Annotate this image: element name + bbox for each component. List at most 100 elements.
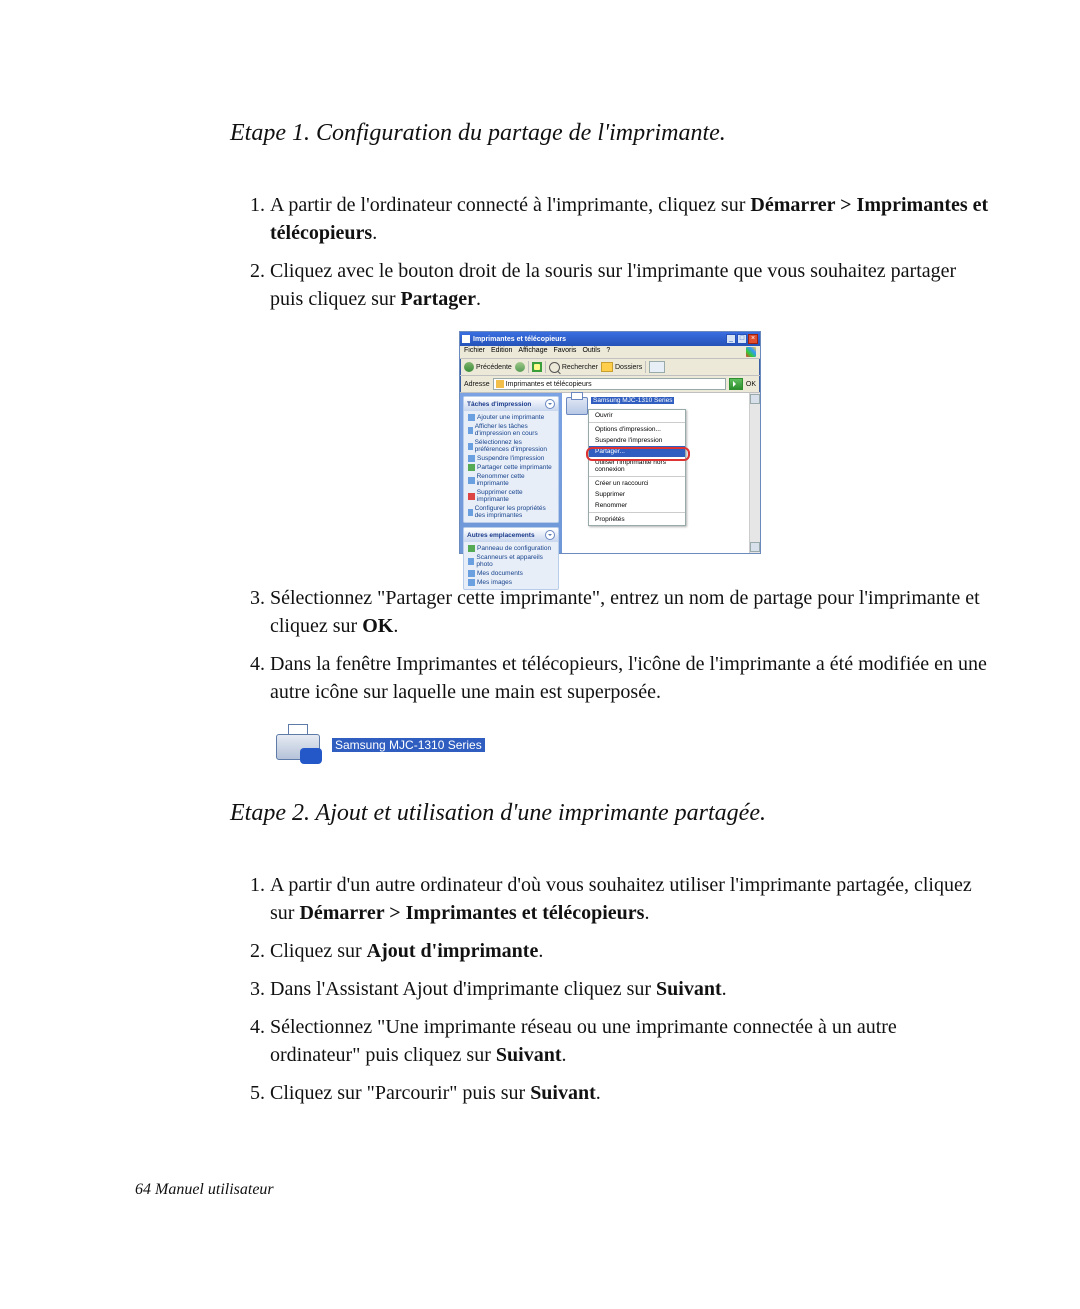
step2-item-1: A partir d'un autre ordinateur d'où vous… xyxy=(270,871,990,927)
menu-view[interactable]: Affichage xyxy=(518,347,547,357)
footer-label: Manuel utilisateur xyxy=(155,1181,274,1198)
printers-icon xyxy=(496,380,504,388)
content-area: Samsung MJC-1310 Series Ouvrir Options d… xyxy=(562,393,749,553)
bold-text: Suivant xyxy=(656,978,722,1000)
other-scanners[interactable]: Scanneurs et appareils photo xyxy=(468,553,554,569)
menu-favorites[interactable]: Favoris xyxy=(553,347,576,357)
toolbar: Précédente Rechercher Dossiers xyxy=(460,359,760,376)
window-titlebar[interactable]: Imprimantes et télécopieurs _ □ × xyxy=(460,332,760,346)
tasks-header: Tâches d'impression xyxy=(467,401,531,408)
ctx-properties[interactable]: Propriétés xyxy=(589,514,685,525)
task-delete[interactable]: Supprimer cette imprimante xyxy=(468,488,554,504)
go-button[interactable] xyxy=(729,378,743,390)
task-label: Renommer cette imprimante xyxy=(477,473,554,487)
step1-list-cont: Sélectionnez "Partager cette imprimante"… xyxy=(230,584,990,706)
other-control-panel[interactable]: Panneau de configuration xyxy=(468,544,554,553)
bold-text: Suivant xyxy=(530,1082,596,1104)
search-button[interactable]: Rechercher xyxy=(549,362,598,373)
chevron-up-icon[interactable] xyxy=(545,399,555,409)
text: . xyxy=(644,902,649,924)
menu-help[interactable]: ? xyxy=(606,347,610,357)
menu-edit[interactable]: Edition xyxy=(491,347,512,357)
task-label: Suspendre l'impression xyxy=(477,455,544,462)
bold-text: Partager xyxy=(401,288,477,310)
ctx-suspend[interactable]: Suspendre l'impression xyxy=(589,435,685,446)
ctx-rename[interactable]: Renommer xyxy=(589,500,685,511)
text: . xyxy=(538,940,543,962)
bold-text: Suivant xyxy=(496,1044,562,1066)
text: Cliquez sur xyxy=(270,940,367,962)
shared-printer-figure: Samsung MJC-1310 Series xyxy=(270,724,990,766)
chevron-up-icon[interactable] xyxy=(545,530,555,540)
text: A partir de l'ordinateur connecté à l'im… xyxy=(270,194,750,216)
views-button[interactable] xyxy=(649,361,665,373)
up-folder-button[interactable] xyxy=(532,362,542,372)
other-label: Scanneurs et appareils photo xyxy=(476,554,554,568)
other-label: Panneau de configuration xyxy=(477,545,551,552)
ctx-print-options[interactable]: Options d'impression... xyxy=(589,424,685,435)
text: . xyxy=(722,978,727,1000)
task-label: Ajouter une imprimante xyxy=(477,414,544,421)
search-icon xyxy=(549,362,560,373)
text: Dans l'Assistant Ajout d'imprimante cliq… xyxy=(270,978,656,1000)
minimize-button[interactable]: _ xyxy=(726,334,736,344)
text: . xyxy=(596,1082,601,1104)
step2-item-5: Cliquez sur "Parcourir" puis sur Suivant… xyxy=(270,1079,990,1107)
text: Cliquez avec le bouton droit de la souri… xyxy=(270,260,956,310)
scroll-down-button[interactable] xyxy=(750,542,760,552)
text: . xyxy=(476,288,481,310)
task-label: Afficher les tâches d'impression en cour… xyxy=(475,423,554,437)
step2-item-4: Sélectionnez "Une imprimante réseau ou u… xyxy=(270,1013,990,1069)
task-label: Sélectionnez les préférences d'impressio… xyxy=(475,439,554,453)
folders-button[interactable]: Dossiers xyxy=(601,362,642,372)
close-button[interactable]: × xyxy=(748,334,758,344)
shared-printer-icon xyxy=(270,724,326,766)
separator xyxy=(645,361,646,373)
separator xyxy=(589,512,685,513)
step1-heading: Etape 1. Configuration du partage de l'i… xyxy=(230,120,990,147)
menu-tools[interactable]: Outils xyxy=(582,347,600,357)
addressbar: Adresse Imprimantes et télécopieurs OK xyxy=(460,376,760,393)
back-button[interactable]: Précédente xyxy=(464,362,512,372)
window-title: Imprimantes et télécopieurs xyxy=(473,336,566,343)
forward-button[interactable] xyxy=(515,362,525,372)
bold-text: Démarrer > Imprimantes et télécopieurs xyxy=(299,902,644,924)
ctx-open[interactable]: Ouvrir xyxy=(589,410,685,421)
ctx-shortcut[interactable]: Créer un raccourci xyxy=(589,478,685,489)
ctx-delete[interactable]: Supprimer xyxy=(589,489,685,500)
task-select-prefs[interactable]: Sélectionnez les préférences d'impressio… xyxy=(468,438,554,454)
printers-icon xyxy=(462,335,470,343)
scroll-up-button[interactable] xyxy=(750,394,760,404)
task-add-printer[interactable]: Ajouter une imprimante xyxy=(468,413,554,422)
bold-text: OK xyxy=(362,615,393,637)
task-label: Configurer les propriétés des imprimante… xyxy=(475,505,554,519)
xp-window: Imprimantes et télécopieurs _ □ × Fichie… xyxy=(459,331,761,554)
text: . xyxy=(372,222,377,244)
ctx-offline[interactable]: Utiliser l'imprimante hors connexion xyxy=(589,457,685,475)
other-header: Autres emplacements xyxy=(467,532,535,539)
task-panel: Tâches d'impression Ajouter une impriman… xyxy=(460,393,562,553)
address-value: Imprimantes et télécopieurs xyxy=(506,381,592,388)
task-label: Partager cette imprimante xyxy=(477,464,552,471)
task-show-jobs[interactable]: Afficher les tâches d'impression en cour… xyxy=(468,422,554,438)
task-rename[interactable]: Renommer cette imprimante xyxy=(468,472,554,488)
context-menu: Ouvrir Options d'impression... Suspendre… xyxy=(588,409,686,526)
step1-item-4: Dans la fenêtre Imprimantes et télécopie… xyxy=(270,650,990,706)
step1-item-1: A partir de l'ordinateur connecté à l'im… xyxy=(270,191,990,247)
scrollbar[interactable] xyxy=(749,393,760,553)
menu-file[interactable]: Fichier xyxy=(464,347,485,357)
text: Sélectionnez "Une imprimante réseau ou u… xyxy=(270,1016,897,1066)
maximize-button[interactable]: □ xyxy=(737,334,747,344)
bold-text: Ajout d'imprimante xyxy=(367,940,539,962)
other-my-documents[interactable]: Mes documents xyxy=(468,569,554,578)
step2-item-2: Cliquez sur Ajout d'imprimante. xyxy=(270,937,990,965)
ctx-share[interactable]: Partager... xyxy=(589,446,685,457)
separator xyxy=(589,476,685,477)
address-field[interactable]: Imprimantes et télécopieurs xyxy=(493,378,726,390)
page-footer: 64 Manuel utilisateur xyxy=(135,1181,274,1199)
task-share[interactable]: Partager cette imprimante xyxy=(468,463,554,472)
text: Dans la fenêtre Imprimantes et télécopie… xyxy=(270,653,987,703)
task-properties[interactable]: Configurer les propriétés des imprimante… xyxy=(468,504,554,520)
step1-item-3: Sélectionnez "Partager cette imprimante"… xyxy=(270,584,990,640)
task-suspend[interactable]: Suspendre l'impression xyxy=(468,454,554,463)
